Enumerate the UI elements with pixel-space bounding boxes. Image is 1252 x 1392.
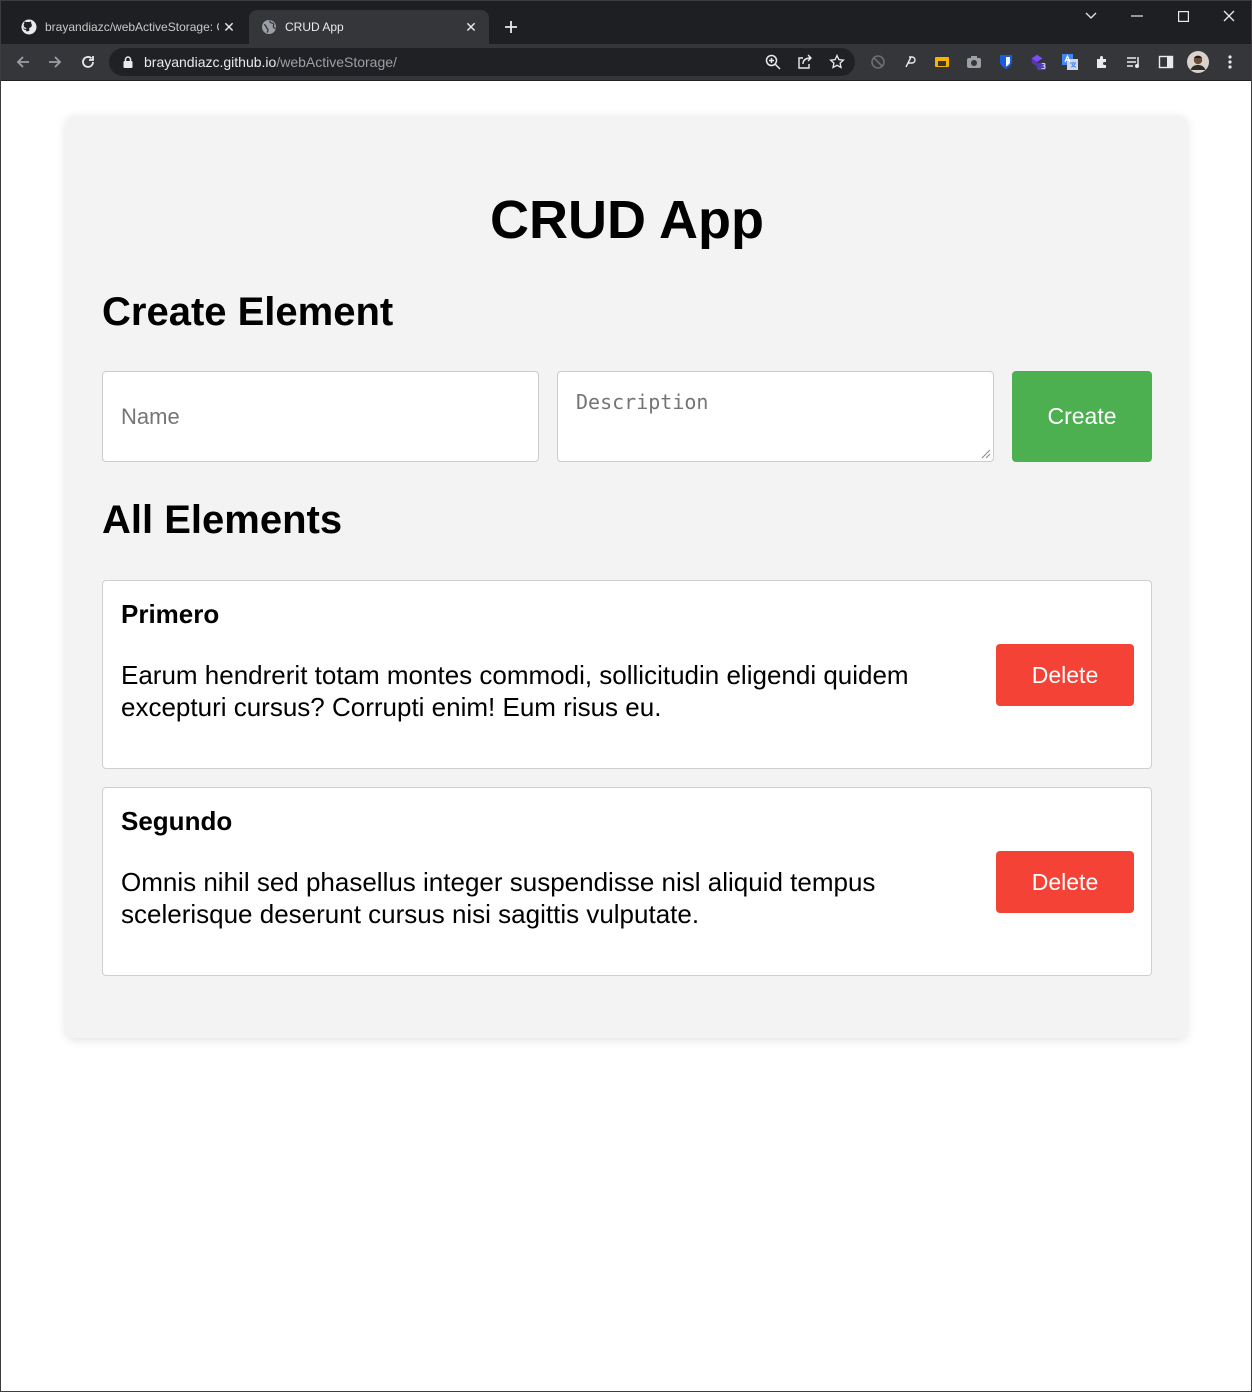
lock-icon	[123, 56, 133, 68]
more-menu-icon[interactable]	[1221, 53, 1239, 71]
resize-handle-icon[interactable]	[981, 449, 991, 459]
minimize-button[interactable]	[1122, 5, 1152, 27]
extension-folder-icon[interactable]	[933, 53, 951, 71]
reload-button[interactable]	[76, 50, 100, 74]
create-section-heading: Create Element	[102, 290, 394, 334]
chevron-down-icon	[1085, 12, 1097, 19]
avatar[interactable]	[1187, 51, 1209, 73]
url-host: brayandiazc.github.io	[144, 54, 277, 70]
element-card: Primero Earum hendrerit totam montes com…	[102, 580, 1152, 769]
url-path: /webActiveStorage/	[276, 54, 397, 70]
tab-title: CRUD App	[285, 20, 344, 34]
browser-window: brayandiazc/webActiveStorage: C ✕ CRUD A…	[0, 0, 1252, 1392]
description-input[interactable]	[557, 371, 994, 462]
github-icon	[21, 19, 37, 35]
browser-toolbar: brayandiazc.github.io/webActiveStorage/	[1, 44, 1251, 81]
extension-badge-icon[interactable]: 3	[1029, 53, 1047, 71]
page-viewport: CRUD App Create Element Create All Eleme…	[1, 81, 1251, 1391]
delete-button[interactable]: Delete	[996, 644, 1134, 706]
element-name: Segundo	[121, 806, 233, 836]
media-queue-icon[interactable]	[1125, 53, 1143, 71]
camera-icon[interactable]	[965, 53, 983, 71]
extension-badge-count: 3	[1041, 62, 1047, 71]
reload-icon	[82, 56, 94, 68]
translate-icon[interactable]	[1061, 53, 1079, 71]
new-tab-button[interactable]	[499, 15, 523, 39]
page-title: CRUD App	[490, 190, 764, 250]
element-card: Segundo Omnis nihil sed phasellus intege…	[102, 787, 1152, 976]
plus-icon	[505, 21, 517, 33]
forward-button[interactable]	[43, 50, 67, 74]
arrow-right-icon	[49, 56, 62, 68]
zoom-icon[interactable]	[764, 53, 782, 71]
star-icon[interactable]	[828, 53, 846, 71]
tab-github[interactable]: brayandiazc/webActiveStorage: C ✕	[9, 10, 247, 44]
name-input[interactable]	[102, 371, 539, 462]
share-icon[interactable]	[796, 53, 814, 71]
address-bar[interactable]: brayandiazc.github.io/webActiveStorage/	[109, 48, 855, 76]
list-section-heading: All Elements	[102, 498, 343, 542]
tab-search-button[interactable]	[1076, 5, 1106, 27]
tab-crud-app[interactable]: CRUD App ✕	[249, 10, 489, 44]
tab-close-icon[interactable]: ✕	[219, 17, 239, 37]
minimize-icon	[1131, 15, 1143, 17]
extension-d-icon[interactable]	[901, 53, 919, 71]
url-text: brayandiazc.github.io/webActiveStorage/	[144, 54, 397, 70]
back-button[interactable]	[11, 50, 35, 74]
element-description: Omnis nihil sed phasellus integer suspen…	[121, 867, 876, 929]
tab-title: brayandiazc/webActiveStorage: C	[45, 20, 219, 34]
element-name: Primero	[121, 599, 220, 629]
tab-strip: brayandiazc/webActiveStorage: C ✕ CRUD A…	[1, 1, 1251, 44]
side-panel-icon[interactable]	[1157, 53, 1175, 71]
bitwarden-shield-icon[interactable]	[997, 53, 1015, 71]
close-icon	[1223, 10, 1235, 22]
arrow-left-icon	[16, 56, 29, 68]
extension-disabled-icon[interactable]	[869, 53, 887, 71]
maximize-icon	[1177, 10, 1189, 22]
element-description: Earum hendrerit totam montes commodi, so…	[121, 660, 909, 722]
close-window-button[interactable]	[1214, 5, 1244, 27]
maximize-button[interactable]	[1168, 5, 1198, 27]
delete-button[interactable]: Delete	[996, 851, 1134, 913]
create-button[interactable]: Create	[1012, 371, 1152, 462]
tab-close-icon[interactable]: ✕	[461, 17, 481, 37]
puzzle-icon[interactable]	[1093, 53, 1111, 71]
globe-icon	[261, 19, 277, 35]
